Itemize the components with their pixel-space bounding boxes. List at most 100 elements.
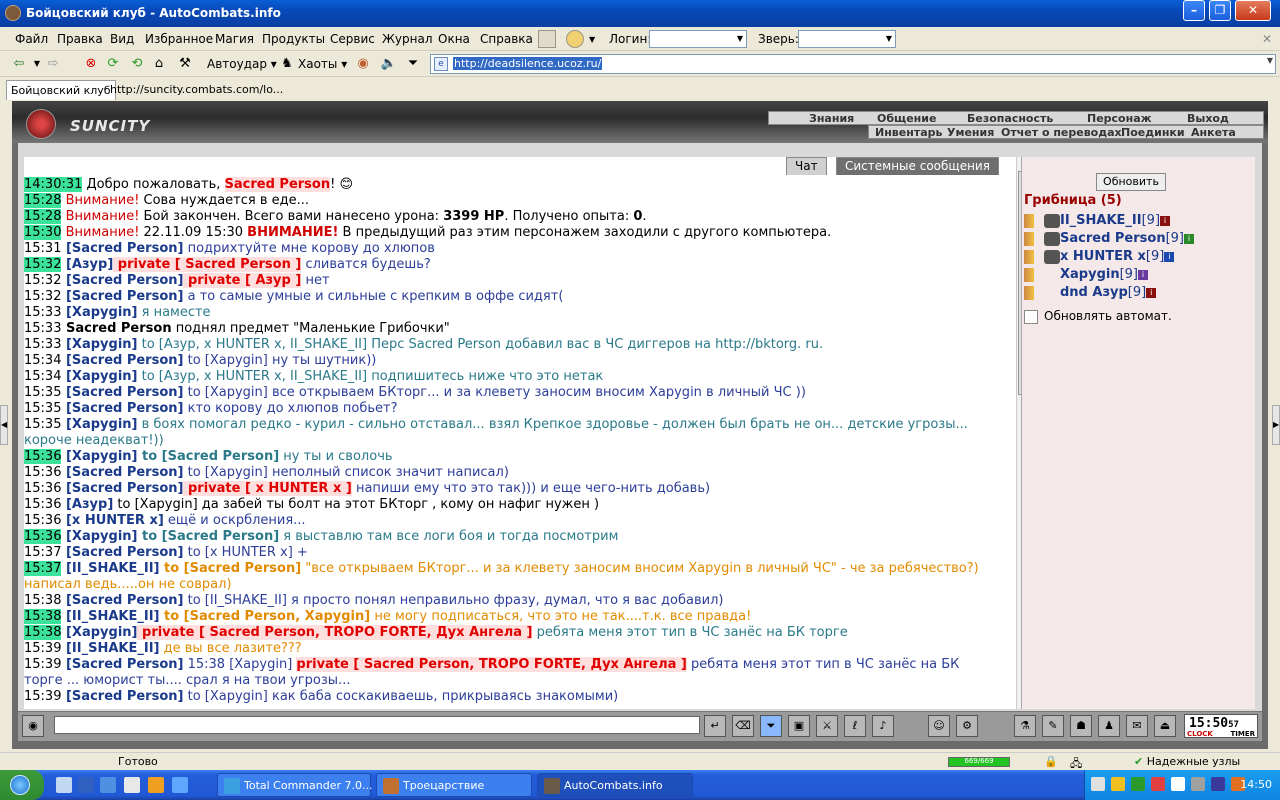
message-time[interactable]: 15:36 xyxy=(24,481,61,496)
message-time[interactable]: 15:36 xyxy=(24,497,61,512)
haoty-dropdown[interactable]: Хаоты ▾ xyxy=(298,57,347,71)
info-icon[interactable]: i xyxy=(1138,269,1149,280)
nav-inventory[interactable]: Инвентарь xyxy=(875,126,942,139)
tab-suncity[interactable]: http://suncity.combats.com/lo... xyxy=(106,80,287,100)
message-input[interactable] xyxy=(54,716,700,734)
message-time[interactable]: 14:30:31 xyxy=(24,177,83,192)
clear-icon[interactable]: ⌫ xyxy=(732,715,754,737)
user-name[interactable]: II_SHAKE_II xyxy=(1060,213,1142,228)
tab-chat[interactable]: Чат xyxy=(786,157,827,175)
user-name[interactable]: dnd Азур xyxy=(1060,285,1128,300)
message-author[interactable]: [Sacred Person] xyxy=(61,545,183,560)
message-author[interactable]: [Xapygin] xyxy=(61,417,138,432)
avast-icon[interactable] xyxy=(148,777,164,793)
forward-icon[interactable]: ⇨ xyxy=(44,55,62,73)
autoudar-dropdown[interactable]: Автоудар ▾ xyxy=(207,57,277,71)
message-author[interactable]: [x HUNTER x] xyxy=(61,513,164,528)
message-time[interactable]: 15:39 xyxy=(24,657,61,672)
user-action-icon[interactable] xyxy=(1024,249,1044,264)
smiley-dropdown-icon[interactable]: ▼ xyxy=(589,35,595,44)
message-time[interactable]: 15:36 xyxy=(24,529,62,544)
message-author[interactable]: [Sacred Person] xyxy=(61,273,183,288)
save-icon[interactable] xyxy=(78,777,94,793)
tray-icon[interactable] xyxy=(1211,777,1225,791)
message-author[interactable]: [Xapygin] xyxy=(61,369,138,384)
exit-icon[interactable]: ⏏ xyxy=(1154,715,1176,737)
auto-refresh-checkbox[interactable]: Обновлять автомат. xyxy=(1024,309,1172,324)
message-time[interactable]: 15:37 xyxy=(24,545,61,560)
close-button[interactable]: ✕ xyxy=(1235,0,1271,21)
message-author[interactable]: [Sacred Person] xyxy=(61,593,183,608)
menu-view[interactable]: Вид xyxy=(110,32,134,46)
message-time[interactable]: 15:28 xyxy=(24,209,62,224)
tab-system-messages[interactable]: Системные сообщения xyxy=(836,157,999,175)
message-author[interactable]: [Sacred Person] xyxy=(61,241,183,256)
user-name[interactable]: Sacred Person xyxy=(1060,231,1166,246)
save-icon[interactable]: ▣ xyxy=(788,715,810,737)
shield-icon[interactable] xyxy=(1111,777,1125,791)
nav-knowledge[interactable]: Знания xyxy=(809,112,854,125)
message-author[interactable]: [Sacred Person] xyxy=(61,401,183,416)
security-icon[interactable]: 🔒 xyxy=(1044,755,1058,768)
message-author[interactable]: [Xapygin] xyxy=(61,305,138,320)
sound-icon[interactable]: 🔈 xyxy=(380,55,398,73)
message-time[interactable]: 15:39 xyxy=(24,641,61,656)
nav-communication[interactable]: Общение xyxy=(877,112,936,125)
smiles-icon[interactable]: ☺ xyxy=(928,715,950,737)
info-icon[interactable]: i xyxy=(1146,287,1157,298)
message-time[interactable]: 15:28 xyxy=(24,193,62,208)
message-time[interactable]: 15:35 xyxy=(24,401,61,416)
nav-duels[interactable]: Поединки xyxy=(1121,126,1185,139)
menu-help[interactable]: Справка xyxy=(480,32,533,46)
message-time[interactable]: 15:36 xyxy=(24,465,61,480)
login-combo[interactable]: ▼ xyxy=(649,30,747,48)
message-time[interactable]: 15:31 xyxy=(24,241,61,256)
back-icon[interactable]: ⇦ xyxy=(10,55,28,73)
message-author[interactable]: [Азур] xyxy=(61,257,113,272)
message-author[interactable]: [Sacred Person] xyxy=(61,289,183,304)
notepad-icon[interactable] xyxy=(124,777,140,793)
nav-security[interactable]: Безопасность xyxy=(967,112,1053,125)
menu-favorites[interactable]: Избранное xyxy=(145,32,213,46)
maximize-button[interactable]: ❐ xyxy=(1209,0,1231,21)
nav-skills[interactable]: Умения xyxy=(947,126,994,139)
user-name[interactable]: Xapygin xyxy=(1060,267,1120,282)
tray-icon[interactable] xyxy=(1131,777,1145,791)
message-time[interactable]: 15:35 xyxy=(24,385,61,400)
message-time[interactable]: 15:34 xyxy=(24,353,61,368)
message-time[interactable]: 15:32 xyxy=(24,289,61,304)
message-author[interactable]: [Sacred Person] xyxy=(61,689,183,704)
right-arrow-icon[interactable]: ▶ xyxy=(1272,405,1280,445)
message-author[interactable]: [II_SHAKE_II] xyxy=(61,609,160,624)
address-bar[interactable]: e http://deadsilence.ucoz.ru/ ▼ xyxy=(430,54,1276,74)
tab-fight-club[interactable]: Бойцовский клуб xyxy=(6,80,116,100)
user-item[interactable]: dnd Азур[9] i xyxy=(1024,285,1157,300)
task-autocombats[interactable]: AutoCombats.info xyxy=(537,773,693,797)
message-time[interactable]: 15:33 xyxy=(24,321,61,336)
nav-profile[interactable]: Анкета xyxy=(1191,126,1236,139)
tools-icon[interactable]: ⚒ xyxy=(176,55,194,73)
pet-icon[interactable]: ◉ xyxy=(354,55,372,73)
menu-service[interactable]: Сервис xyxy=(330,32,375,46)
menu-close-icon[interactable]: ✕ xyxy=(1262,32,1272,46)
menu-file[interactable]: Файл xyxy=(15,32,48,46)
message-author[interactable]: [Xapygin] xyxy=(61,625,138,640)
send-icon[interactable]: ↵ xyxy=(704,715,726,737)
minimize-button[interactable]: – xyxy=(1183,0,1205,21)
info-icon[interactable]: i xyxy=(1160,215,1171,226)
message-time[interactable]: 15:33 xyxy=(24,337,61,352)
menu-edit[interactable]: Правка xyxy=(57,32,103,46)
message-time[interactable]: 15:36 xyxy=(24,513,61,528)
bag-icon[interactable] xyxy=(538,30,556,48)
tray-icon[interactable] xyxy=(1151,777,1165,791)
language-icon[interactable] xyxy=(1171,777,1185,791)
user-action-icon[interactable] xyxy=(1024,267,1044,282)
user-item[interactable]: II_SHAKE_II[9] i xyxy=(1024,213,1171,228)
message-author[interactable]: [Sacred Person] xyxy=(61,385,183,400)
refresh-icon[interactable]: ⟳ xyxy=(104,55,122,73)
user-item[interactable]: x HUNTER x[9] i xyxy=(1024,249,1175,264)
message-author[interactable]: [Xapygin] xyxy=(61,337,138,352)
message-time[interactable]: 15:33 xyxy=(24,305,61,320)
user-item[interactable]: Sacred Person[9] i xyxy=(1024,231,1195,246)
menu-windows[interactable]: Окна xyxy=(438,32,470,46)
